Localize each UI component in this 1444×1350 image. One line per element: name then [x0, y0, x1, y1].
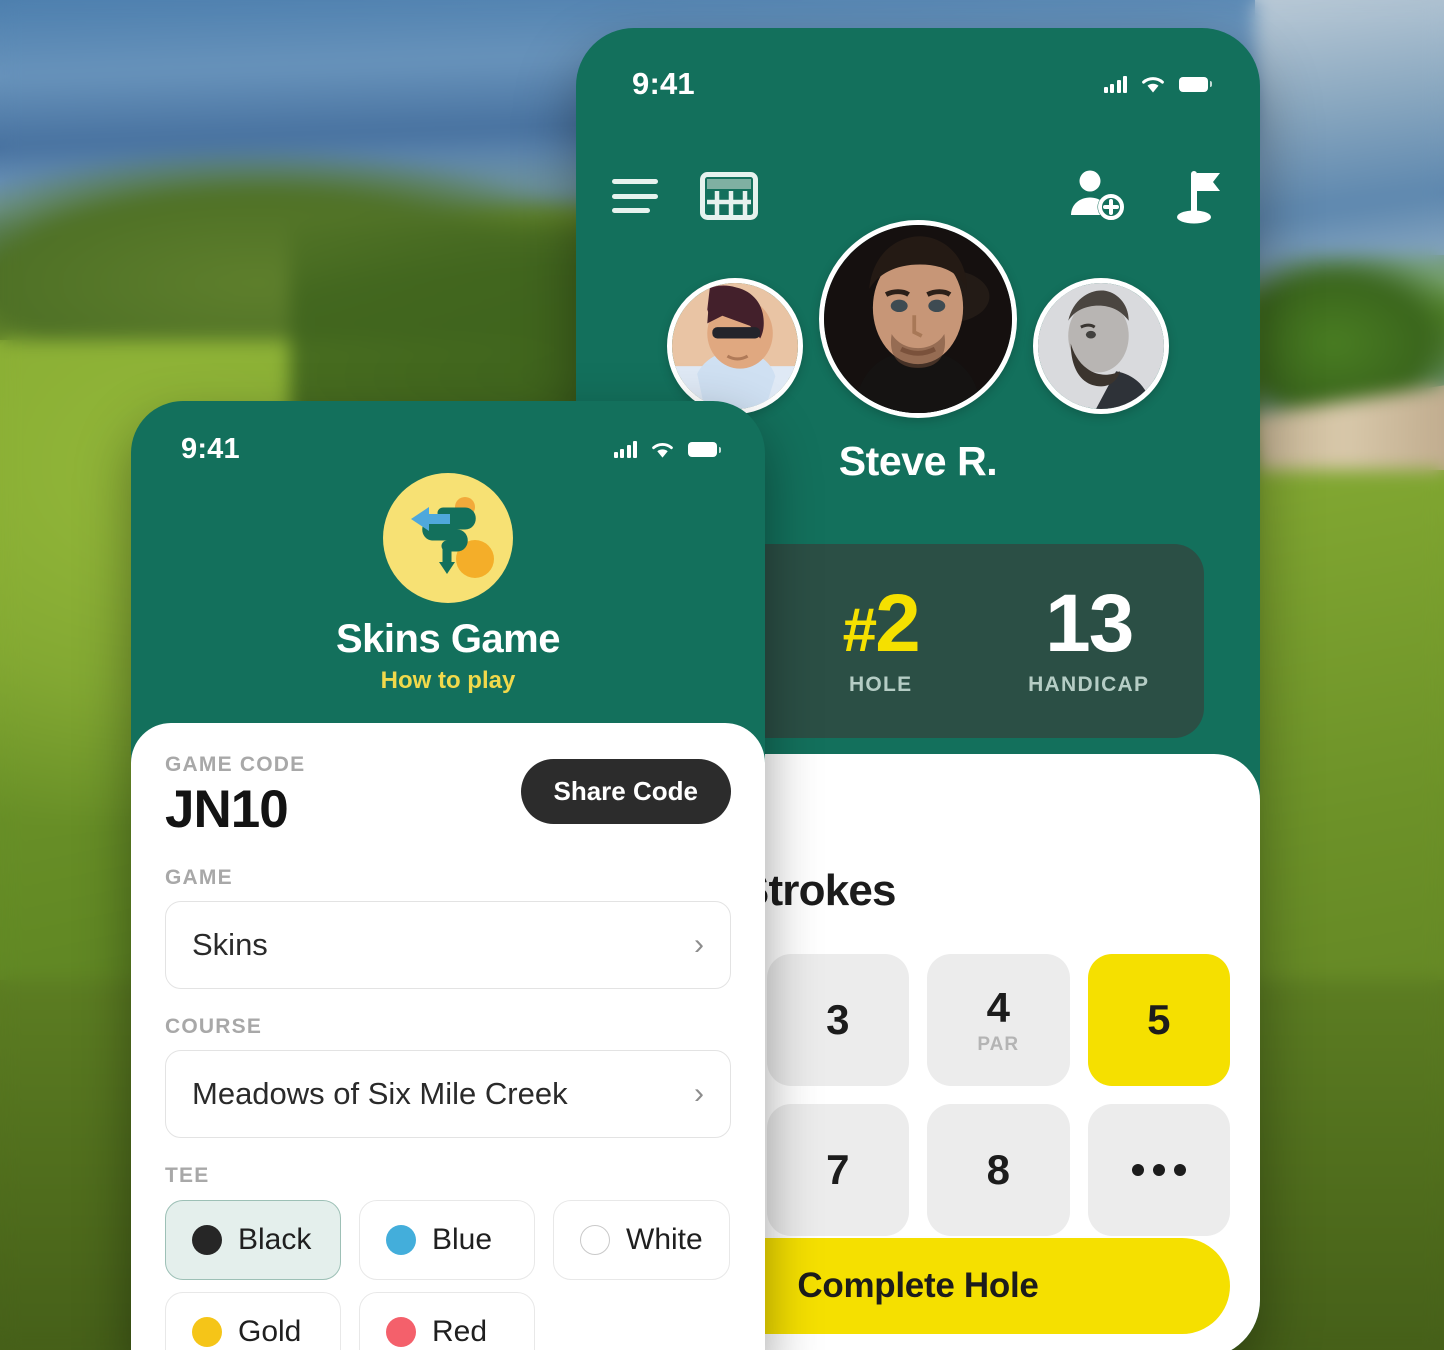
- tee-option-label: Black: [238, 1223, 312, 1256]
- stat-hole-value: #2: [842, 578, 921, 670]
- nav-left-group: [612, 172, 758, 220]
- tee-color-swatch: [192, 1317, 222, 1347]
- stroke-key-5-selected[interactable]: 5: [1087, 954, 1230, 1086]
- wifi-icon: [1142, 76, 1164, 92]
- tee-option-label: Blue: [432, 1223, 493, 1256]
- tee-color-swatch: [580, 1225, 610, 1255]
- avatar-active[interactable]: [819, 220, 1017, 418]
- tee-option-label: Gold: [238, 1315, 302, 1348]
- brand-header: Skins Game How to play: [131, 473, 765, 695]
- status-time: 9:41: [632, 66, 695, 101]
- share-code-button[interactable]: Share Code: [520, 759, 731, 824]
- course-select[interactable]: Meadows of Six Mile Creek ›: [165, 1050, 731, 1138]
- stat-hole-label: HOLE: [848, 672, 913, 696]
- chevron-right-icon: ›: [694, 928, 704, 961]
- course-label: COURSE: [165, 1015, 263, 1038]
- tee-option-blue[interactable]: Blue: [359, 1200, 535, 1280]
- stroke-key-4[interactable]: 4 PAR: [927, 954, 1070, 1086]
- status-icons: [1103, 75, 1212, 94]
- game-value: Skins: [192, 927, 268, 962]
- tee-option-white[interactable]: White: [553, 1200, 730, 1280]
- stroke-key-7[interactable]: 7: [766, 1104, 909, 1236]
- stroke-key-par-label: PAR: [977, 1034, 1020, 1055]
- game-code-value: JN10: [165, 780, 289, 839]
- tee-field: TEE Black Blue White Gold Red: [165, 1164, 731, 1350]
- tee-row-2: Gold Red: [165, 1292, 731, 1350]
- stat-hole: #2 HOLE: [842, 578, 921, 697]
- how-to-play-link[interactable]: How to play: [131, 667, 765, 695]
- tee-option-label: White: [626, 1223, 703, 1256]
- battery-icon: [1179, 76, 1212, 92]
- scorecard-grid-icon[interactable]: [700, 172, 758, 220]
- nav-right-group: [1066, 168, 1224, 224]
- stroke-key-8[interactable]: 8: [927, 1104, 1070, 1236]
- avatar[interactable]: [1033, 278, 1169, 414]
- screenshot-stage: 9:41 Steve R. #2 HOLE 13 HANDICAP Stroke…: [0, 0, 1444, 1350]
- game-setup-phone-screen: 9:41 Skins Game How to play GAME CODE JN…: [131, 401, 765, 1350]
- chevron-right-icon: ›: [694, 1077, 704, 1110]
- tee-label: TEE: [165, 1164, 210, 1187]
- cellular-signal-icon: [1103, 75, 1127, 93]
- skins-game-logo-icon: [383, 473, 513, 603]
- tee-color-swatch: [192, 1225, 222, 1255]
- ellipsis-icon: [1131, 1164, 1186, 1176]
- game-select[interactable]: Skins ›: [165, 901, 731, 989]
- hash-prefix: #: [842, 596, 878, 666]
- stat-handicap-label: HANDICAP: [1028, 672, 1150, 696]
- status-time: 9:41: [181, 433, 240, 465]
- game-code-label: GAME CODE: [165, 753, 306, 776]
- game-label: GAME: [165, 866, 233, 889]
- hamburger-menu-icon[interactable]: [612, 179, 658, 213]
- game-setup-sheet: GAME CODE JN10 Share Code GAME Skins › C…: [131, 723, 765, 1350]
- brand-title: Skins Game: [335, 617, 561, 661]
- tee-color-swatch: [386, 1317, 416, 1347]
- status-bar: 9:41: [632, 66, 1212, 102]
- game-code-block: GAME CODE JN10: [165, 753, 305, 840]
- stroke-key-3[interactable]: 3: [766, 954, 909, 1086]
- top-nav-bar: [612, 168, 1224, 224]
- stat-handicap-value: 13: [1045, 578, 1134, 670]
- tee-option-red[interactable]: Red: [359, 1292, 535, 1350]
- tee-option-gold[interactable]: Gold: [165, 1292, 341, 1350]
- game-field: GAME Skins ›: [165, 866, 731, 989]
- course-field: COURSE Meadows of Six Mile Creek ›: [165, 1015, 731, 1138]
- stat-handicap: 13 HANDICAP: [1028, 578, 1150, 697]
- tee-option-black[interactable]: Black: [165, 1200, 341, 1280]
- add-person-icon[interactable]: [1066, 169, 1128, 223]
- battery-icon: [688, 442, 721, 457]
- wifi-icon: [652, 442, 673, 458]
- tee-option-label: Red: [432, 1315, 488, 1348]
- golf-flag-icon[interactable]: [1170, 168, 1224, 224]
- tee-row-1: Black Blue White: [165, 1200, 731, 1280]
- tee-color-swatch: [386, 1225, 416, 1255]
- game-code-row: GAME CODE JN10 Share Code: [165, 753, 731, 840]
- stroke-key-more[interactable]: [1087, 1104, 1230, 1236]
- cellular-signal-icon: [613, 441, 637, 458]
- status-icons: [613, 441, 721, 459]
- course-value: Meadows of Six Mile Creek: [192, 1076, 568, 1111]
- status-bar: 9:41: [181, 433, 721, 466]
- avatar[interactable]: [667, 278, 803, 414]
